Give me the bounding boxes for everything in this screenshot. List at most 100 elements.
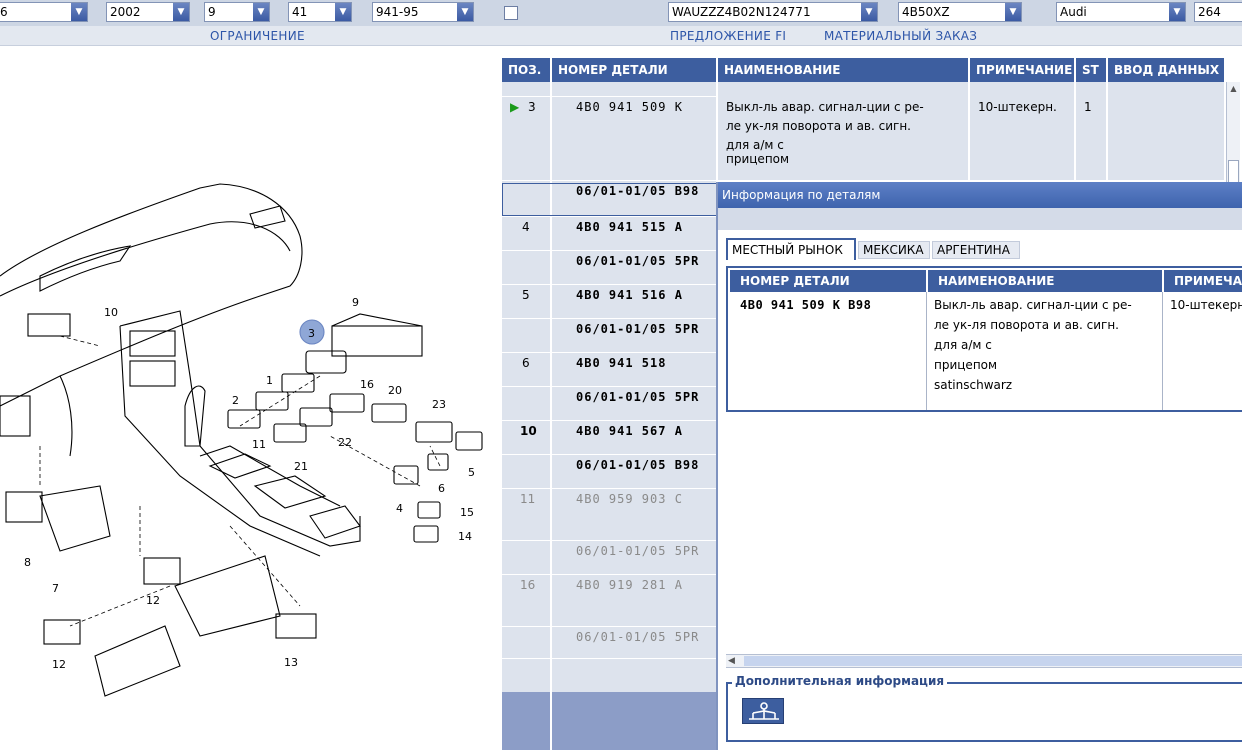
st-column-bg [1076,82,1106,180]
callout-5[interactable]: 5 [468,466,475,479]
combo-brand[interactable]: Audi ▼ [1056,2,1186,22]
row-part-number[interactable]: 4B0 959 903 C [576,492,683,506]
callout-22[interactable]: 22 [338,436,352,449]
row-pos[interactable]: 16 [520,578,535,592]
exploded-parts-diagram[interactable]: 10 9 3 16 1 2 20 23 11 22 21 5 6 4 15 14… [0,46,500,750]
callout-20[interactable]: 20 [388,384,402,397]
col-part-number[interactable]: НОМЕР ДЕТАЛИ [552,58,718,82]
row-date-code[interactable]: 06/01-01/05 5PR [576,254,699,268]
scroll-up-icon[interactable]: ▲ [1228,84,1239,95]
chevron-down-icon[interactable]: ▼ [335,3,351,21]
scrollbar-thumb[interactable] [744,656,1242,666]
chevron-down-icon[interactable]: ▼ [1169,3,1185,21]
dialog-title[interactable]: Информация по деталям [718,182,1242,208]
chevron-down-icon[interactable]: ▼ [71,3,87,21]
chevron-down-icon[interactable]: ▼ [1005,3,1021,21]
tab-argentina[interactable]: АРГЕНТИНА [932,241,1020,259]
callout-9[interactable]: 9 [352,296,359,309]
col-note[interactable]: ПРИМЕЧАНИЕ [970,58,1076,82]
col-st[interactable]: ST [1076,58,1108,82]
callout-23[interactable]: 23 [432,398,446,411]
callout-10[interactable]: 10 [104,306,118,319]
dialog-name-line: Выкл-ль авар. сигнал-ции с ре- [934,298,1132,312]
info-button[interactable] [742,698,784,724]
dialog-col-part-number[interactable]: НОМЕР ДЕТАЛИ [730,270,926,292]
col-name[interactable]: НАИМЕНОВАНИЕ [718,58,970,82]
row-part-number[interactable]: 4B0 919 281 A [576,578,683,592]
callout-8[interactable]: 8 [24,556,31,569]
row-date-code[interactable]: 06/01-01/05 B98 [576,458,699,472]
row-divider [502,626,716,627]
row-pos[interactable]: 3 [528,100,536,114]
callout-6[interactable]: 6 [438,482,445,495]
parts-catalog-window: 6 ▼ 2002 ▼ 9 ▼ 41 ▼ 941-95 ▼ WAUZZZ4B02N12477… [0,0,1242,750]
row-part-number[interactable]: 4B0 941 515 A [576,220,683,234]
combo-year[interactable]: 2002 ▼ [106,2,190,22]
dialog-part-number[interactable]: 4B0 941 509 K B98 [740,298,871,312]
pos-footer [502,692,550,750]
combo-illustration[interactable]: 941-95 ▼ [372,2,474,22]
parts-table-vertical-scrollbar[interactable]: ▲ [1226,82,1240,192]
callout-15[interactable]: 15 [460,506,474,519]
callout-16[interactable]: 16 [360,378,374,391]
dialog-note: 10-штекерн. [1170,298,1242,312]
row-date-code[interactable]: 06/01-01/05 5PR [576,544,699,558]
row-pos[interactable]: 10 [520,424,537,438]
parts-table-header: ПОЗ. НОМЕР ДЕТАЛИ НАИМЕНОВАНИЕ ПРИМЕЧАНИ… [500,58,1242,82]
callout-1[interactable]: 1 [266,374,273,387]
row-date-code[interactable]: 06/01-01/05 5PR [576,390,699,404]
combo-field-0[interactable]: 6 ▼ [0,2,88,22]
callout-7[interactable]: 7 [52,582,59,595]
offer-link[interactable]: ПРЕДЛОЖЕНИЕ FI [670,29,786,43]
chevron-down-icon[interactable]: ▼ [253,3,269,21]
callout-12a[interactable]: 12 [146,594,160,607]
scroll-left-icon[interactable]: ◀ [728,655,735,667]
restriction-link[interactable]: ОГРАНИЧЕНИЕ [210,29,305,43]
combo-vin[interactable]: WAUZZZ4B02N124771 ▼ [668,2,878,22]
row-pos[interactable]: 6 [522,356,530,370]
combo-value: 2002 [110,5,141,19]
row-pos[interactable]: 11 [520,492,535,506]
part-footer [552,692,716,750]
dialog-col-note[interactable]: ПРИМЕЧАН [1164,270,1242,292]
col-data-input[interactable]: ВВОД ДАННЫХ ПО [1108,58,1226,82]
dialog-part-table: НОМЕР ДЕТАЛИ НАИМЕНОВАНИЕ ПРИМЕЧАН 4B0 9… [726,266,1242,412]
combo-catalog-number[interactable]: 264 [1194,2,1242,22]
callout-12b[interactable]: 12 [52,658,66,671]
filter-checkbox[interactable] [504,6,518,20]
combo-main-group[interactable]: 9 ▼ [204,2,270,22]
tab-local-market[interactable]: МЕСТНЫЙ РЫНОК [726,238,856,260]
row-divider [502,454,716,455]
row-part-number[interactable]: 4B0 941 518 [576,356,666,370]
row-date-code[interactable]: 06/01-01/05 5PR [576,630,699,644]
row-date-code[interactable]: 06/01-01/05 B98 [576,184,699,198]
row-part-number[interactable]: 4B0 941 567 A [576,424,683,438]
dialog-col-name[interactable]: НАИМЕНОВАНИЕ [928,270,1162,292]
callout-13[interactable]: 13 [284,656,298,669]
combo-sub-group[interactable]: 41 ▼ [288,2,352,22]
chevron-down-icon[interactable]: ▼ [457,3,473,21]
additional-info-group: Дополнительная информация [726,674,1242,742]
callout-2[interactable]: 2 [232,394,239,407]
dialog-horizontal-scrollbar[interactable]: ◀ [726,654,1242,668]
material-order-link[interactable]: МАТЕРИАЛЬНЫЙ ЗАКАЗ [824,29,977,43]
row-divider [502,574,716,575]
row-date-code[interactable]: 06/01-01/05 5PR [576,322,699,336]
row-divider [502,352,716,353]
chevron-down-icon[interactable]: ▼ [173,3,189,21]
combo-model-code[interactable]: 4B50XZ ▼ [898,2,1022,22]
callout-4[interactable]: 4 [396,502,403,515]
chevron-down-icon[interactable]: ▼ [861,3,877,21]
row-pos[interactable]: 5 [522,288,530,302]
callout-11[interactable]: 11 [252,438,266,451]
row-pos[interactable]: 4 [522,220,530,234]
row-divider [502,386,716,387]
col-pos[interactable]: ПОЗ. [502,58,552,82]
callout-3[interactable]: 3 [308,327,315,340]
row-part-number[interactable]: 4B0 941 509 K [576,100,683,114]
callout-14[interactable]: 14 [458,530,472,543]
callout-21[interactable]: 21 [294,460,308,473]
row-divider [502,318,716,319]
tab-mexico[interactable]: МЕКСИКА [858,241,930,259]
row-part-number[interactable]: 4B0 941 516 A [576,288,683,302]
